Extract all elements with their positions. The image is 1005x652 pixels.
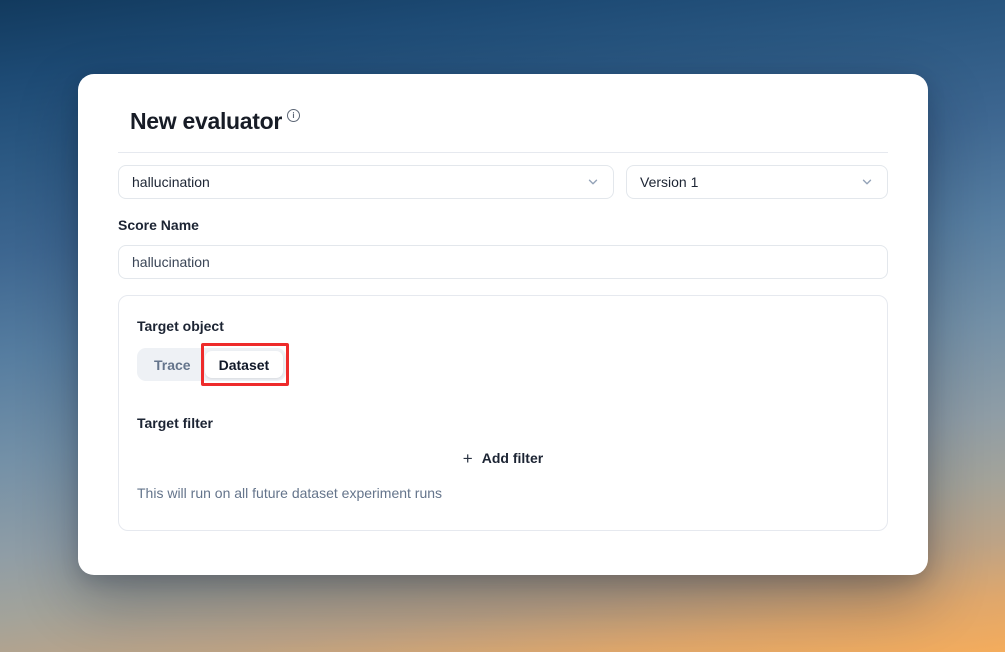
score-name-label: Score Name [118, 217, 888, 233]
evaluator-template-value: hallucination [132, 174, 210, 190]
new-evaluator-dialog: New evaluator i hallucination Version 1 … [78, 74, 928, 575]
score-name-input[interactable] [118, 245, 888, 279]
header-divider [118, 152, 888, 153]
target-filter-label: Target filter [137, 415, 869, 431]
version-select[interactable]: Version 1 [626, 165, 888, 199]
target-object-option-dataset[interactable]: Dataset [205, 351, 284, 378]
target-helper-text: This will run on all future dataset expe… [137, 485, 869, 501]
target-object-toggle: Trace Dataset [137, 348, 286, 381]
add-filter-label: Add filter [482, 450, 543, 466]
target-object-option-trace[interactable]: Trace [140, 351, 205, 378]
add-filter-button[interactable]: + Add filter [453, 444, 553, 472]
target-object-label: Target object [137, 318, 869, 334]
template-version-row: hallucination Version 1 [118, 165, 888, 199]
chevron-down-icon [860, 175, 874, 189]
dialog-header: New evaluator i [130, 108, 888, 135]
target-object-option-dataset-wrap: Dataset [205, 351, 284, 378]
page-title: New evaluator [130, 108, 282, 135]
add-filter-row: + Add filter [137, 444, 869, 472]
chevron-down-icon [586, 175, 600, 189]
evaluator-template-select[interactable]: hallucination [118, 165, 614, 199]
version-value: Version 1 [640, 174, 698, 190]
target-config-card: Target object Trace Dataset Target filte… [118, 295, 888, 531]
plus-icon: + [463, 450, 473, 467]
info-icon[interactable]: i [287, 109, 300, 122]
